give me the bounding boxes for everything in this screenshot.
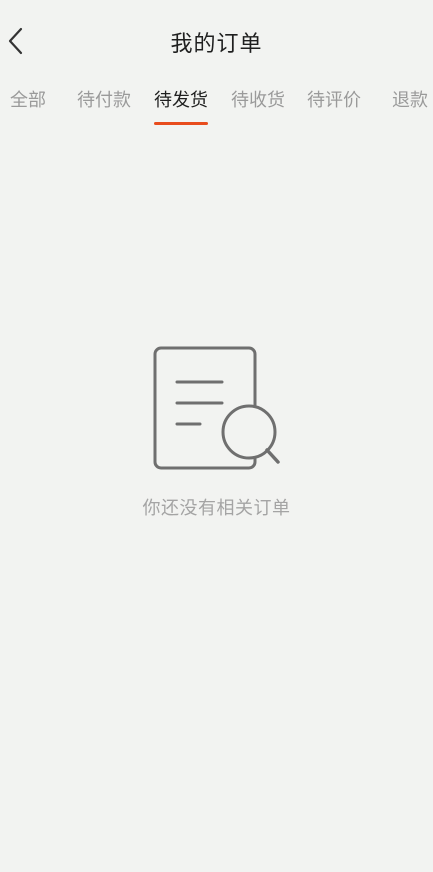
tab-refund[interactable]: 退款: [392, 86, 428, 112]
tab-all[interactable]: 全部: [10, 86, 46, 112]
tab-pending-receipt[interactable]: 待收货: [231, 86, 285, 112]
tab-pending-review[interactable]: 待评价: [307, 86, 361, 112]
page-title: 我的订单: [170, 32, 263, 57]
app-header: 我的订单: [0, 0, 433, 80]
active-tab-indicator: [154, 122, 208, 125]
document-search-icon: [153, 346, 280, 470]
empty-message: 你还没有相关订单: [142, 498, 291, 519]
tab-pending-payment[interactable]: 待付款: [77, 86, 131, 112]
order-tabs: 全部 待付款 待发货 待收货 待评价 退款: [0, 80, 433, 128]
tab-pending-shipment[interactable]: 待发货: [154, 86, 208, 112]
